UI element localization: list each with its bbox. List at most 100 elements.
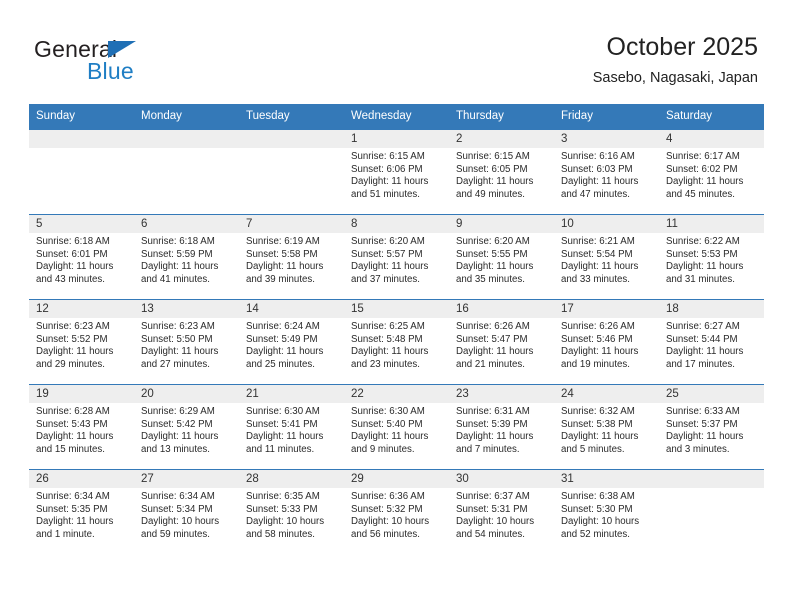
day-info-line: and 29 minutes.: [36, 358, 105, 370]
day-cell-content: 3 Sunrise: 6:16 AM Sunset: 6:03 PM Daylight…: [554, 130, 659, 214]
day-number: 17: [554, 300, 659, 318]
day-cell[interactable]: 31 Sunrise: 6:38 AM Sunset: 5:30 PM Dayligh…: [554, 469, 659, 554]
day-info-line: and 31 minutes.: [666, 273, 735, 285]
day-cell[interactable]: 9 Sunrise: 6:20 AM Sunset: 5:55 PM Daylight…: [449, 214, 554, 300]
day-info-line: Daylight: 10 hours: [141, 516, 220, 528]
day-info-line: Daylight: 10 hours: [246, 516, 325, 528]
day-cell-content: 12 Sunrise: 6:23 AM Sunset: 5:52 PM Dayligh…: [29, 300, 134, 384]
day-info-line: and 49 minutes.: [456, 188, 525, 200]
day-info-line: and 52 minutes.: [561, 528, 630, 540]
day-cell[interactable]: 16 Sunrise: 6:26 AM Sunset: 5:47 PM Dayligh…: [449, 299, 554, 385]
day-cell[interactable]: 29 Sunrise: 6:36 AM Sunset: 5:32 PM Dayligh…: [344, 469, 449, 554]
day-info-line: Sunrise: 6:31 AM: [456, 406, 530, 417]
calendar-week-row: 5 Sunrise: 6:18 AM Sunset: 6:01 PM Daylight…: [29, 214, 764, 300]
day-number: [239, 130, 344, 148]
day-cell[interactable]: 24 Sunrise: 6:32 AM Sunset: 5:38 PM Dayligh…: [554, 384, 659, 470]
day-cell[interactable]: 30 Sunrise: 6:37 AM Sunset: 5:31 PM Dayligh…: [449, 469, 554, 554]
day-sun-info: Sunrise: 6:31 AM Sunset: 5:39 PM Daylight:…: [449, 403, 554, 456]
day-info-line: Sunrise: 6:34 AM: [36, 491, 110, 502]
day-info-line: Sunset: 5:39 PM: [456, 418, 528, 430]
day-info-line: Daylight: 11 hours: [666, 346, 744, 358]
day-info-line: and 5 minutes.: [561, 443, 625, 455]
day-info-line: Sunset: 5:47 PM: [456, 333, 528, 345]
day-info-line: Sunset: 5:55 PM: [456, 248, 528, 260]
day-cell[interactable]: 12 Sunrise: 6:23 AM Sunset: 5:52 PM Dayligh…: [29, 299, 134, 385]
day-info-line: Sunrise: 6:22 AM: [666, 236, 740, 247]
day-cell-content: 13 Sunrise: 6:23 AM Sunset: 5:50 PM Dayligh…: [134, 300, 239, 384]
day-number: 16: [449, 300, 554, 318]
general-blue-logo[interactable]: General Blue: [34, 36, 214, 92]
day-sun-info: Sunrise: 6:21 AM Sunset: 5:54 PM Daylight:…: [554, 233, 659, 286]
day-cell-content: 8 Sunrise: 6:20 AM Sunset: 5:57 PM Daylight…: [344, 215, 449, 299]
day-cell[interactable]: 28 Sunrise: 6:35 AM Sunset: 5:33 PM Dayligh…: [239, 469, 344, 554]
day-cell[interactable]: 21 Sunrise: 6:30 AM Sunset: 5:41 PM Dayligh…: [239, 384, 344, 470]
day-number: 12: [29, 300, 134, 318]
day-cell[interactable]: 23 Sunrise: 6:31 AM Sunset: 5:39 PM Dayligh…: [449, 384, 554, 470]
day-cell-content: 17 Sunrise: 6:26 AM Sunset: 5:46 PM Dayligh…: [554, 300, 659, 384]
weekday-header-row: Sunday Monday Tuesday Wednesday Thursday Frid…: [29, 104, 764, 130]
day-cell[interactable]: 17 Sunrise: 6:26 AM Sunset: 5:46 PM Dayligh…: [554, 299, 659, 385]
day-sun-info: Sunrise: 6:30 AM Sunset: 5:41 PM Daylight:…: [239, 403, 344, 456]
day-cell-content: 18 Sunrise: 6:27 AM Sunset: 5:44 PM Dayligh…: [659, 300, 764, 384]
day-number: 19: [29, 385, 134, 403]
day-cell[interactable]: 27 Sunrise: 6:34 AM Sunset: 5:34 PM Dayligh…: [134, 469, 239, 554]
day-info-line: and 21 minutes.: [456, 358, 525, 370]
day-cell[interactable]: 10 Sunrise: 6:21 AM Sunset: 5:54 PM Dayligh…: [554, 214, 659, 300]
weekday-header-friday: Friday: [554, 104, 659, 130]
page-header: General Blue October 2025 Sasebo, Nagasa…: [0, 0, 792, 98]
day-info-line: Sunset: 5:34 PM: [141, 503, 213, 515]
sunrise-sunset-calendar: Sunday Monday Tuesday Wednesday Thursday Frid…: [29, 104, 764, 554]
day-info-line: Sunset: 5:30 PM: [561, 503, 633, 515]
day-number: 21: [239, 385, 344, 403]
day-cell[interactable]: 18 Sunrise: 6:27 AM Sunset: 5:44 PM Dayligh…: [659, 299, 764, 385]
day-number: 11: [659, 215, 764, 233]
day-cell[interactable]: 5 Sunrise: 6:18 AM Sunset: 6:01 PM Daylight…: [29, 214, 134, 300]
day-info-line: Daylight: 10 hours: [561, 516, 640, 528]
day-cell[interactable]: 1 Sunrise: 6:15 AM Sunset: 6:06 PM Daylight…: [344, 129, 449, 215]
day-info-line: Sunset: 5:49 PM: [246, 333, 318, 345]
day-cell[interactable]: 8 Sunrise: 6:20 AM Sunset: 5:57 PM Daylight…: [344, 214, 449, 300]
day-info-line: Sunrise: 6:26 AM: [561, 321, 635, 332]
day-number: 5: [29, 215, 134, 233]
day-cell-content: 5 Sunrise: 6:18 AM Sunset: 6:01 PM Daylight…: [29, 215, 134, 299]
day-cell[interactable]: 3 Sunrise: 6:16 AM Sunset: 6:03 PM Daylight…: [554, 129, 659, 215]
day-info-line: Sunrise: 6:30 AM: [351, 406, 425, 417]
day-info-line: Sunrise: 6:17 AM: [666, 151, 740, 162]
day-cell[interactable]: 2 Sunrise: 6:15 AM Sunset: 6:05 PM Daylight…: [449, 129, 554, 215]
day-cell[interactable]: 22 Sunrise: 6:30 AM Sunset: 5:40 PM Dayligh…: [344, 384, 449, 470]
day-info-line: and 39 minutes.: [246, 273, 315, 285]
day-info-line: Sunrise: 6:30 AM: [246, 406, 320, 417]
day-info-line: Sunset: 5:33 PM: [246, 503, 318, 515]
day-info-line: Sunrise: 6:19 AM: [246, 236, 320, 247]
day-info-line: Daylight: 11 hours: [141, 261, 219, 273]
day-info-line: and 17 minutes.: [666, 358, 735, 370]
day-cell-content: [29, 130, 134, 214]
day-sun-info: Sunrise: 6:24 AM Sunset: 5:49 PM Daylight:…: [239, 318, 344, 371]
day-sun-info: Sunrise: 6:34 AM Sunset: 5:34 PM Daylight:…: [134, 488, 239, 541]
weekday-header-monday: Monday: [134, 104, 239, 130]
day-info-line: Sunrise: 6:15 AM: [456, 151, 530, 162]
day-cell[interactable]: 19 Sunrise: 6:28 AM Sunset: 5:43 PM Dayligh…: [29, 384, 134, 470]
day-info-line: Sunset: 5:35 PM: [36, 503, 108, 515]
day-cell[interactable]: 6 Sunrise: 6:18 AM Sunset: 5:59 PM Daylight…: [134, 214, 239, 300]
day-sun-info: Sunrise: 6:20 AM Sunset: 5:55 PM Daylight:…: [449, 233, 554, 286]
day-cell[interactable]: 13 Sunrise: 6:23 AM Sunset: 5:50 PM Dayligh…: [134, 299, 239, 385]
day-cell[interactable]: 7 Sunrise: 6:19 AM Sunset: 5:58 PM Daylight…: [239, 214, 344, 300]
day-cell[interactable]: 15 Sunrise: 6:25 AM Sunset: 5:48 PM Dayligh…: [344, 299, 449, 385]
day-info-line: Daylight: 11 hours: [36, 516, 114, 528]
day-cell[interactable]: 25 Sunrise: 6:33 AM Sunset: 5:37 PM Dayligh…: [659, 384, 764, 470]
day-info-line: Sunset: 5:46 PM: [561, 333, 633, 345]
day-cell-content: 14 Sunrise: 6:24 AM Sunset: 5:49 PM Dayligh…: [239, 300, 344, 384]
day-cell[interactable]: 20 Sunrise: 6:29 AM Sunset: 5:42 PM Dayligh…: [134, 384, 239, 470]
day-cell[interactable]: 14 Sunrise: 6:24 AM Sunset: 5:49 PM Dayligh…: [239, 299, 344, 385]
day-cell-content: 15 Sunrise: 6:25 AM Sunset: 5:48 PM Dayligh…: [344, 300, 449, 384]
day-cell[interactable]: 4 Sunrise: 6:17 AM Sunset: 6:02 PM Daylight…: [659, 129, 764, 215]
day-cell-content: 30 Sunrise: 6:37 AM Sunset: 5:31 PM Dayligh…: [449, 470, 554, 554]
day-number: 27: [134, 470, 239, 488]
day-info-line: Daylight: 11 hours: [561, 176, 639, 188]
day-info-line: Sunset: 5:37 PM: [666, 418, 738, 430]
day-info-line: Sunrise: 6:28 AM: [36, 406, 110, 417]
day-cell[interactable]: 11 Sunrise: 6:22 AM Sunset: 5:53 PM Dayligh…: [659, 214, 764, 300]
day-info-line: Daylight: 11 hours: [456, 346, 534, 358]
day-cell[interactable]: 26 Sunrise: 6:34 AM Sunset: 5:35 PM Dayligh…: [29, 469, 134, 554]
